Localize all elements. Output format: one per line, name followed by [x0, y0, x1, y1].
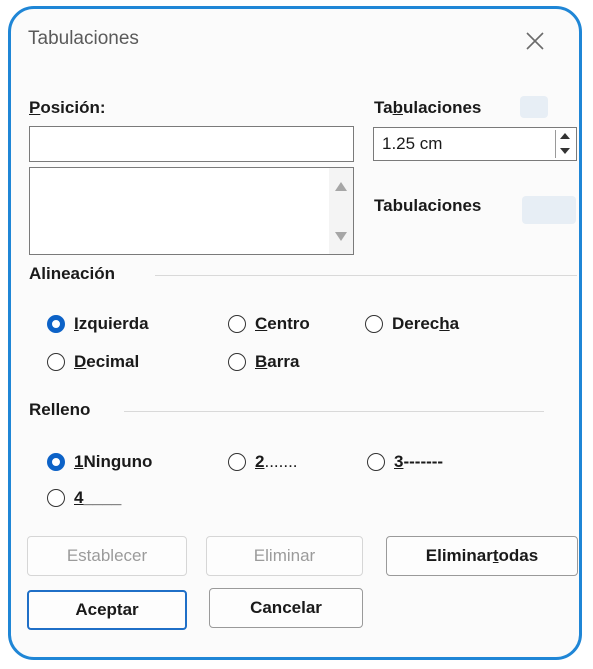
- align-right-radio[interactable]: Derec h a: [365, 314, 459, 334]
- alignment-heading: Alineación: [29, 264, 115, 283]
- ok-button[interactable]: Aceptar: [27, 590, 187, 630]
- leader-none-radio[interactable]: 1 Ninguno: [47, 452, 152, 472]
- align-left-radio[interactable]: Izquierda: [47, 314, 149, 334]
- scroll-down-icon[interactable]: [335, 232, 347, 241]
- radio-icon: [47, 489, 65, 507]
- radio-icon: [228, 453, 246, 471]
- tabs-to-clear-label: Tabulaciones: [374, 196, 482, 215]
- radio-icon: [365, 315, 383, 333]
- spin-down-icon[interactable]: [556, 144, 574, 157]
- dialog-title: Tabulaciones: [28, 28, 139, 49]
- radio-selected-icon: [47, 453, 65, 471]
- align-decimal-radio[interactable]: Decimal: [47, 352, 139, 372]
- radio-selected-icon: [47, 315, 65, 333]
- set-button[interactable]: Establecer: [27, 536, 187, 576]
- close-icon[interactable]: [524, 30, 546, 52]
- cancel-button[interactable]: Cancelar: [209, 588, 363, 628]
- clear-all-button[interactable]: Eliminar t odas: [386, 536, 578, 576]
- leader-underline-radio[interactable]: 4 ____: [47, 488, 121, 508]
- default-tabs-label: Tabulaciones: [374, 98, 482, 117]
- leader-heading: Relleno: [29, 400, 91, 419]
- position-label: Posición:: [29, 98, 106, 117]
- default-tabs-spinner[interactable]: 1.25 cm: [373, 127, 577, 161]
- radio-icon: [228, 315, 246, 333]
- align-bar-radio[interactable]: Barra: [228, 352, 299, 372]
- align-center-radio[interactable]: Centro: [228, 314, 310, 334]
- clear-button[interactable]: Eliminar: [206, 536, 363, 576]
- leader-dots-radio[interactable]: 2 .......: [228, 452, 298, 472]
- tab-stops-list[interactable]: [29, 167, 354, 255]
- group-divider: [124, 411, 544, 412]
- scroll-up-icon[interactable]: [335, 182, 347, 191]
- smudge: [522, 196, 576, 224]
- radio-icon: [367, 453, 385, 471]
- radio-icon: [47, 353, 65, 371]
- default-tabs-value: 1.25 cm: [382, 134, 443, 153]
- tab-stops-scrollbar[interactable]: [329, 168, 353, 254]
- group-divider: [155, 275, 577, 276]
- spinner-buttons: [555, 130, 574, 158]
- radio-icon: [228, 353, 246, 371]
- leader-dashes-radio[interactable]: 3 -------: [367, 452, 443, 472]
- position-input[interactable]: [29, 126, 354, 162]
- smudge: [520, 96, 548, 118]
- spin-up-icon[interactable]: [556, 130, 574, 143]
